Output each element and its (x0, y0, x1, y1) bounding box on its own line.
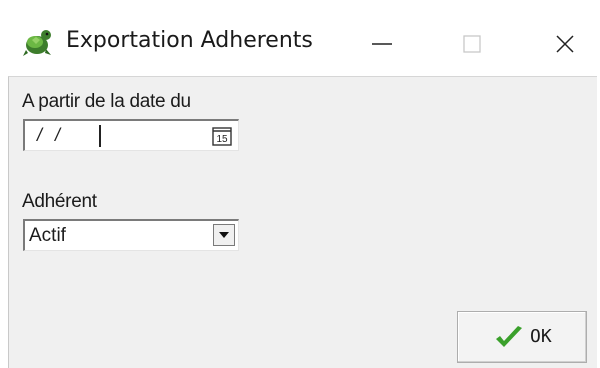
calendar-button[interactable]: 15 (212, 126, 232, 146)
date-input-value: / / (37, 125, 65, 145)
app-icon (20, 26, 54, 60)
chevron-down-icon (219, 232, 229, 238)
calendar-icon: 15 (212, 127, 232, 146)
window-title: Exportation Adherents (66, 28, 313, 53)
text-caret (99, 125, 101, 147)
dialog-body: A partir de la date du / / 15 Adhérent A… (8, 76, 597, 368)
title-bar[interactable]: Exportation Adherents (0, 0, 600, 78)
checkmark-icon (496, 326, 522, 347)
minimize-icon (372, 43, 392, 45)
date-label: A partir de la date du (22, 91, 191, 112)
date-input[interactable]: / / 15 (23, 119, 239, 151)
ok-button[interactable]: OK (457, 311, 587, 363)
maximize-button[interactable] (447, 22, 497, 66)
dropdown-button[interactable] (213, 224, 235, 246)
close-icon (556, 35, 574, 53)
maximize-icon (463, 35, 481, 53)
close-button[interactable] (540, 22, 590, 66)
adherent-select[interactable]: Actif (23, 219, 239, 251)
ok-button-label: OK (530, 326, 552, 347)
adherent-label: Adhérent (22, 191, 97, 212)
adherent-select-value: Actif (29, 225, 66, 246)
minimize-button[interactable] (357, 22, 407, 66)
calendar-icon-text: 15 (216, 134, 228, 145)
